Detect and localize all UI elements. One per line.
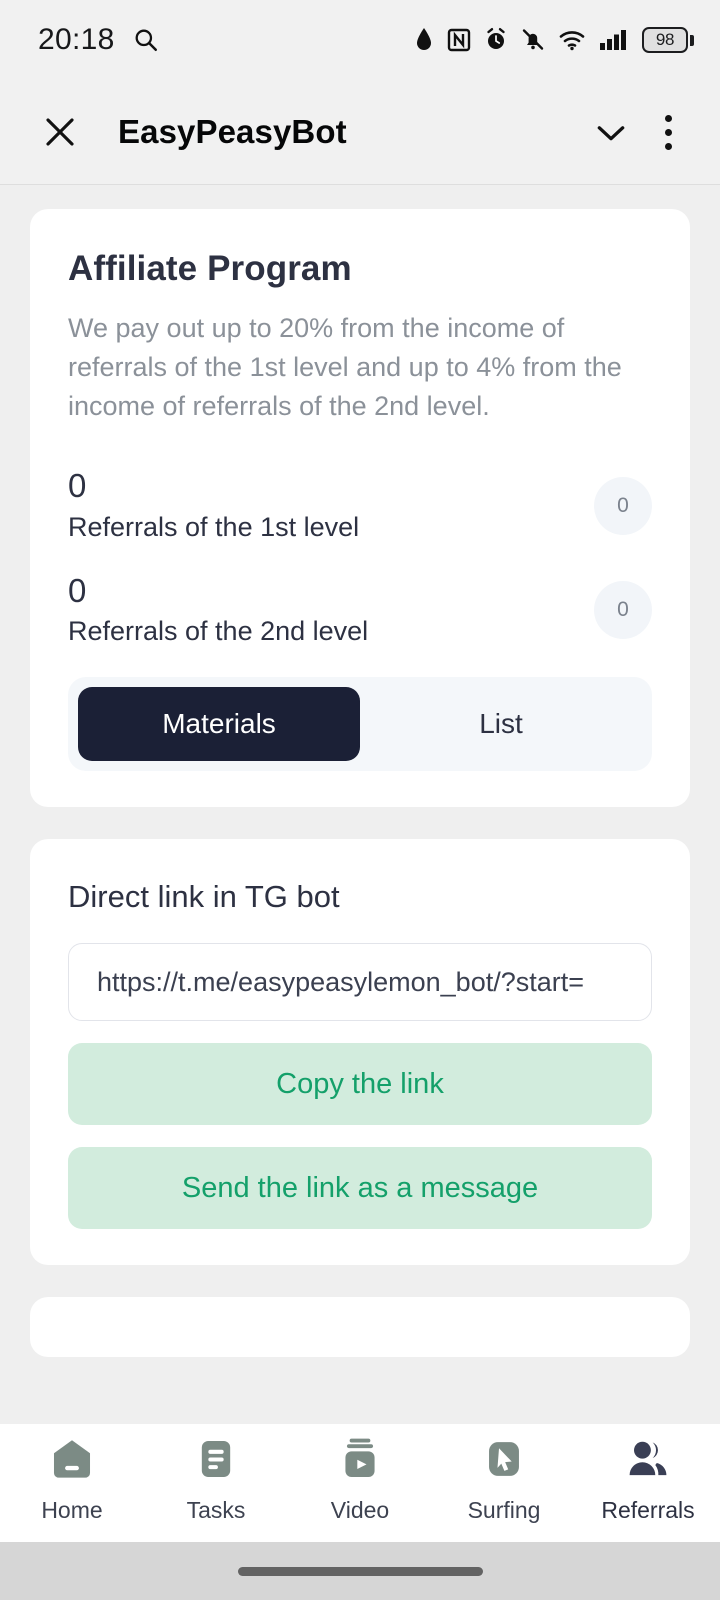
mute-bell-icon [521,27,545,53]
status-badge: 0 [594,476,652,535]
next-card-partial [30,1297,690,1358]
referral-link-input[interactable] [68,943,652,1022]
referral-stats: 0 Referrals of the 1st level 0 0 Referra… [68,468,652,647]
people-icon [625,1436,671,1487]
gesture-bar [0,1542,720,1600]
direct-link-title: Direct link in TG bot [68,879,340,915]
home-icon [49,1436,95,1487]
battery-icon: 98 [642,27,694,53]
tab-list[interactable]: List [360,687,642,761]
nav-item-referrals[interactable]: Referrals [583,1436,713,1524]
status-bar: 20:18 98 [0,0,720,80]
nav-label: Tasks [186,1497,246,1523]
status-time: 20:18 [38,23,115,56]
stat-value: 0 [68,467,87,505]
nav-item-tasks[interactable]: Tasks [151,1436,281,1524]
chevron-down-icon[interactable] [580,112,642,152]
direct-link-card: Direct link in TG bot Copy the link Send… [30,839,690,1266]
more-vertical-icon[interactable] [642,114,694,150]
stat-row: 0 Referrals of the 1st level 0 [68,468,652,542]
copy-link-button[interactable]: Copy the link [68,1043,652,1126]
stat-label: Referrals of the 2nd level [68,616,369,647]
affiliate-title: Affiliate Program [68,249,352,288]
status-badge: 0 [594,580,652,639]
battery-level: 98 [655,30,675,49]
status-bar-left: 20:18 [38,23,159,57]
send-link-button[interactable]: Send the link as a message [68,1147,652,1230]
nav-label: Referrals [601,1497,695,1523]
nav-item-video[interactable]: Video [295,1436,425,1524]
tasks-icon [193,1436,239,1487]
signal-bars-icon [599,27,629,53]
nav-label: Home [41,1497,103,1523]
phone-screen: 20:18 98 EasyPeasyBot Affiliate Program … [0,0,720,1600]
bottom-navigation: Home Tasks Video Surfing Referrals [0,1424,720,1542]
page-title: EasyPeasyBot [118,113,347,150]
affiliate-description: We pay out up to 20% from the income of … [68,313,622,422]
nfc-icon [447,27,471,53]
stat-left: 0 Referrals of the 1st level [68,468,359,542]
cursor-icon [481,1436,527,1487]
alarm-icon [484,27,508,53]
nav-label: Video [330,1497,390,1523]
wifi-icon [558,27,586,53]
stat-value: 0 [68,571,87,609]
stat-left: 0 Referrals of the 2nd level [68,571,369,647]
video-icon [337,1436,383,1487]
segmented-control: Materials List [68,677,652,772]
water-drop-icon [414,27,434,53]
search-icon[interactable] [133,27,159,53]
status-bar-right: 98 [414,27,694,53]
app-bar: EasyPeasyBot [0,80,720,185]
nav-item-surfing[interactable]: Surfing [439,1436,569,1524]
nav-label: Surfing [467,1497,541,1523]
close-icon[interactable] [30,114,90,150]
nav-item-home[interactable]: Home [7,1436,137,1524]
content-scroll-area[interactable]: Affiliate Program We pay out up to 20% f… [0,185,720,1424]
home-indicator[interactable] [237,1566,483,1576]
tab-materials[interactable]: Materials [78,687,360,762]
stat-label: Referrals of the 1st level [68,511,360,542]
stat-row: 0 Referrals of the 2nd level 0 [68,571,652,647]
affiliate-program-card: Affiliate Program We pay out up to 20% f… [30,209,690,808]
